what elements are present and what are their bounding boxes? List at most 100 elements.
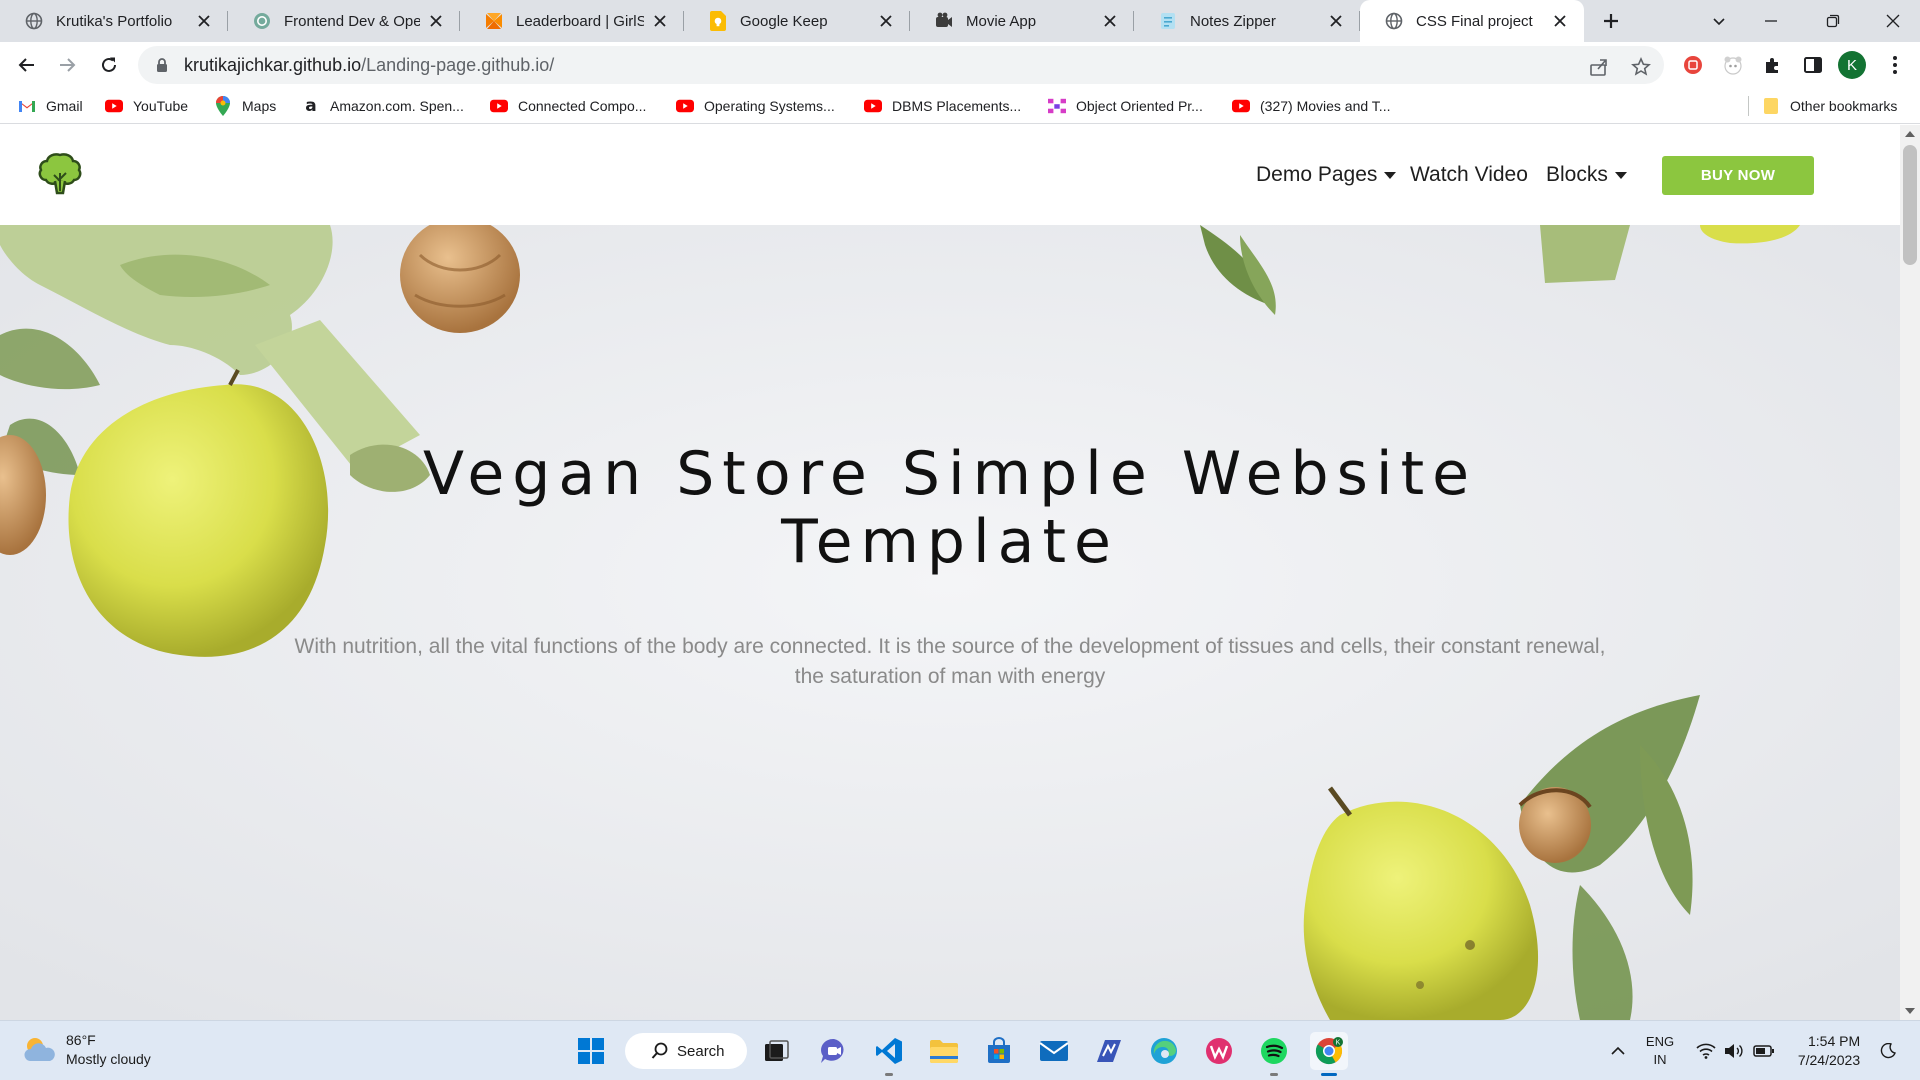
tray-overflow-button[interactable] bbox=[1604, 1021, 1632, 1080]
page-scrollbar[interactable] bbox=[1900, 125, 1920, 1020]
address-bar[interactable]: krutikajichkar.github.io/Landing-page.gi… bbox=[138, 46, 1664, 84]
tab-krutikas-portfolio[interactable]: Krutika's Portfolio bbox=[0, 0, 228, 42]
tab-movie-app[interactable]: Movie App bbox=[910, 0, 1134, 42]
close-icon[interactable] bbox=[1550, 11, 1570, 31]
taskbar-mail[interactable] bbox=[1035, 1032, 1073, 1070]
taskbar-spotify[interactable] bbox=[1255, 1032, 1293, 1076]
openai-icon bbox=[252, 11, 272, 31]
buy-now-button[interactable]: BUY NOW bbox=[1662, 156, 1814, 195]
weather-temp: 86°F bbox=[66, 1032, 96, 1048]
taskbar-clock[interactable]: 1:54 PM 7/24/2023 bbox=[1790, 1021, 1868, 1080]
bookmark-dbms-placements[interactable]: DBMS Placements... bbox=[864, 88, 1021, 124]
scroll-down-arrow-icon[interactable] bbox=[1905, 1008, 1915, 1014]
notifications-button[interactable] bbox=[1874, 1021, 1902, 1080]
extension-button[interactable] bbox=[1678, 50, 1708, 80]
minimize-button[interactable] bbox=[1756, 6, 1786, 36]
wifi-status[interactable] bbox=[1692, 1021, 1720, 1080]
bookmark-star-button[interactable] bbox=[1628, 54, 1654, 80]
tab-title: Google Keep bbox=[740, 12, 828, 30]
extensions-button[interactable] bbox=[1758, 50, 1788, 80]
language-line1: ENG bbox=[1645, 1034, 1675, 1049]
browser-menu-button[interactable] bbox=[1880, 50, 1910, 80]
page-viewport: Demo Pages Watch Video Blocks BUY NOW Ve… bbox=[0, 125, 1900, 1020]
bookmark-maps[interactable]: Maps bbox=[214, 88, 276, 124]
close-icon[interactable] bbox=[1100, 11, 1120, 31]
language-indicator[interactable]: ENG IN bbox=[1642, 1021, 1678, 1080]
bookmark-movies[interactable]: (327) Movies and T... bbox=[1232, 88, 1390, 124]
nav-demo-pages[interactable]: Demo Pages bbox=[1256, 163, 1397, 187]
reload-button[interactable] bbox=[94, 50, 124, 80]
bookmark-other-bookmarks[interactable]: Other bookmarks bbox=[1762, 88, 1897, 124]
scroll-up-arrow-icon[interactable] bbox=[1905, 131, 1915, 137]
bookmark-youtube[interactable]: YouTube bbox=[105, 88, 188, 124]
bookmark-label: DBMS Placements... bbox=[892, 98, 1022, 114]
volume-icon bbox=[1725, 1044, 1743, 1058]
taskbar-search-label: Search bbox=[677, 1042, 725, 1060]
taskbar-file-explorer[interactable] bbox=[925, 1032, 963, 1070]
volume-status[interactable] bbox=[1720, 1021, 1748, 1080]
bookmarks-bar: Gmail YouTube Maps a Amazon.com. Spen...… bbox=[0, 88, 1920, 124]
puzzle-icon bbox=[1766, 58, 1778, 73]
lock-icon bbox=[157, 58, 167, 72]
side-panel-button[interactable] bbox=[1798, 50, 1828, 80]
broccoli-logo-icon[interactable] bbox=[34, 147, 86, 199]
tab-title: Frontend Dev & Open bbox=[284, 12, 420, 30]
new-tab-button[interactable] bbox=[1596, 6, 1626, 36]
bookmark-operating-systems[interactable]: Operating Systems... bbox=[676, 88, 835, 124]
close-icon[interactable] bbox=[876, 11, 896, 31]
back-button[interactable] bbox=[12, 50, 42, 80]
extension-red-icon bbox=[1684, 56, 1702, 74]
tab-search-button[interactable] bbox=[1704, 6, 1734, 36]
taskbar-wps[interactable] bbox=[1200, 1032, 1238, 1070]
url-path: /Landing-page.github.io/ bbox=[361, 54, 555, 75]
taskbar-teams-chat[interactable] bbox=[815, 1032, 853, 1070]
bookmark-connected-components[interactable]: Connected Compo... bbox=[490, 88, 646, 124]
close-window-button[interactable] bbox=[1878, 6, 1908, 36]
close-icon[interactable] bbox=[426, 11, 446, 31]
taskbar-edge[interactable] bbox=[1145, 1032, 1183, 1070]
taskbar-chrome[interactable]: K bbox=[1310, 1032, 1348, 1076]
start-button[interactable] bbox=[572, 1032, 610, 1070]
taskbar-microsoft-store[interactable] bbox=[980, 1032, 1018, 1070]
close-icon[interactable] bbox=[1326, 11, 1346, 31]
bookmark-gmail[interactable]: Gmail bbox=[18, 88, 83, 124]
tab-leaderboard[interactable]: Leaderboard | GirlScri bbox=[460, 0, 684, 42]
tab-frontend-dev[interactable]: Frontend Dev & Open bbox=[228, 0, 460, 42]
tab-notes-zipper[interactable]: Notes Zipper bbox=[1134, 0, 1360, 42]
chevron-up-icon bbox=[1611, 1046, 1625, 1055]
bookmark-label: Gmail bbox=[46, 98, 83, 114]
taskbar-vscode[interactable] bbox=[870, 1032, 908, 1076]
share-button[interactable] bbox=[1586, 54, 1612, 80]
arrow-left-icon bbox=[18, 58, 34, 72]
wifi-icon bbox=[1696, 1043, 1716, 1059]
gmail-icon bbox=[18, 97, 36, 115]
bookmark-object-oriented[interactable]: Object Oriented Pr... bbox=[1048, 88, 1203, 124]
bookmark-amazon[interactable]: a Amazon.com. Spen... bbox=[302, 88, 464, 124]
profile-button[interactable]: K bbox=[1837, 50, 1867, 80]
weather-widget[interactable]: 86°F Mostly cloudy bbox=[22, 1031, 151, 1069]
minimize-icon bbox=[1765, 20, 1777, 22]
scrollbar-thumb[interactable] bbox=[1903, 145, 1917, 265]
nav-blocks[interactable]: Blocks bbox=[1546, 163, 1627, 187]
nav-watch-video[interactable]: Watch Video bbox=[1410, 163, 1528, 187]
close-icon[interactable] bbox=[650, 11, 670, 31]
svg-text:K: K bbox=[1336, 1040, 1341, 1047]
tab-strip: Krutika's Portfolio Frontend Dev & Open … bbox=[0, 0, 1920, 42]
avatar-initial: K bbox=[1846, 56, 1857, 74]
notes-icon bbox=[1158, 11, 1178, 31]
taskbar-task-view[interactable] bbox=[758, 1032, 796, 1070]
battery-status[interactable] bbox=[1750, 1021, 1778, 1080]
extension-button[interactable] bbox=[1718, 50, 1748, 80]
taskbar-app[interactable] bbox=[1090, 1032, 1128, 1070]
chrome-icon: K bbox=[1315, 1037, 1343, 1065]
bookmark-label: Other bookmarks bbox=[1790, 98, 1898, 114]
restore-button[interactable] bbox=[1818, 6, 1848, 36]
taskbar-search[interactable]: Search bbox=[625, 1033, 747, 1069]
tab-css-final-project[interactable]: CSS Final project bbox=[1360, 0, 1584, 42]
forward-button[interactable] bbox=[52, 50, 82, 80]
tab-google-keep[interactable]: Google Keep bbox=[684, 0, 910, 42]
close-icon[interactable] bbox=[194, 11, 214, 31]
edge-icon bbox=[1151, 1038, 1177, 1064]
windows-icon bbox=[578, 1038, 604, 1064]
restore-icon bbox=[1826, 14, 1840, 28]
